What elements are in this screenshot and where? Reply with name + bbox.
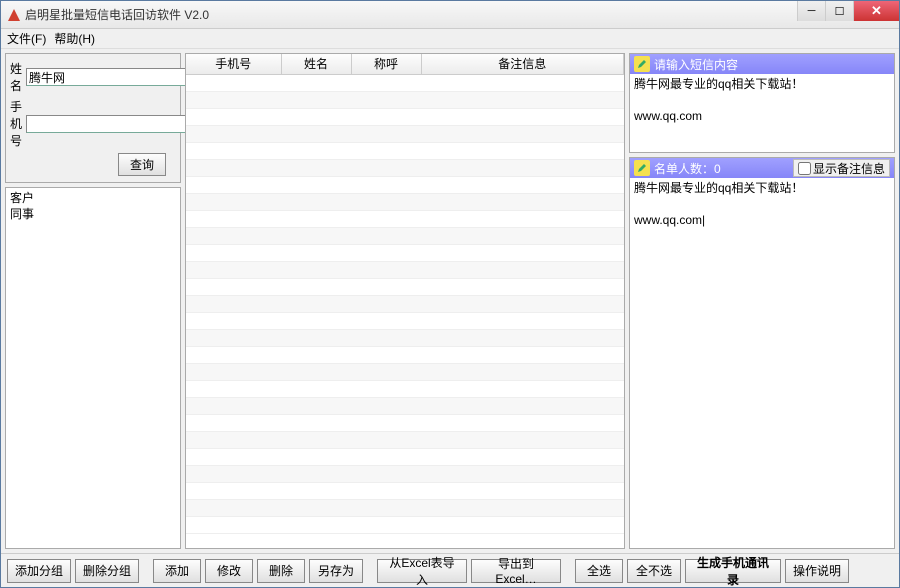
generate-contacts-button[interactable]: 生成手机通讯录	[685, 559, 781, 583]
saveas-button[interactable]: 另存为	[309, 559, 363, 583]
table-row[interactable]	[186, 313, 624, 330]
table-row[interactable]	[186, 75, 624, 92]
table-row[interactable]	[186, 177, 624, 194]
table-row[interactable]	[186, 381, 624, 398]
pencil-icon	[634, 160, 650, 176]
name-label: 姓 名	[10, 60, 26, 94]
table-row[interactable]	[186, 279, 624, 296]
table-row[interactable]	[186, 296, 624, 313]
list-panel: 名单人数：0 显示备注信息 腾牛网最专业的qq相关下载站！ www.qq.com	[629, 157, 895, 549]
show-remark-checkbox-wrap[interactable]: 显示备注信息	[793, 159, 890, 177]
select-all-button[interactable]: 全选	[575, 559, 623, 583]
add-group-button[interactable]: 添加分组	[7, 559, 71, 583]
sms-panel-header: 请输入短信内容	[630, 54, 894, 74]
table-row[interactable]	[186, 126, 624, 143]
window-title: 启明星批量短信电话回访软件 V2.0	[25, 6, 899, 23]
list-textarea[interactable]: 腾牛网最专业的qq相关下载站！ www.qq.com	[630, 178, 894, 548]
manual-button[interactable]: 操作说明	[785, 559, 849, 583]
list-panel-title: 名单人数：0	[654, 160, 789, 177]
table-row[interactable]	[186, 245, 624, 262]
table-row[interactable]	[186, 143, 624, 160]
menu-file[interactable]: 文件(F)	[7, 30, 46, 47]
sms-panel-title: 请输入短信内容	[654, 56, 890, 73]
app-window: 启明星批量短信电话回访软件 V2.0 ─ ☐ ✕ 文件(F) 帮助(H) 姓 名…	[0, 0, 900, 588]
menubar: 文件(F) 帮助(H)	[1, 29, 899, 49]
import-excel-button[interactable]: 从Excel表导入	[377, 559, 467, 583]
name-input[interactable]	[26, 68, 187, 86]
table-row[interactable]	[186, 160, 624, 177]
table-row[interactable]	[186, 92, 624, 109]
contacts-table[interactable]: 手机号姓名称呼备注信息	[186, 54, 624, 75]
left-column: 姓 名 手机号 查询 客户同事	[5, 53, 181, 549]
table-row[interactable]	[186, 364, 624, 381]
query-button[interactable]: 查询	[118, 153, 166, 176]
column-header[interactable]: 姓名	[281, 54, 351, 74]
select-none-button[interactable]: 全不选	[627, 559, 681, 583]
export-excel-button[interactable]: 导出到Excel…	[471, 559, 561, 583]
contacts-table-panel: 手机号姓名称呼备注信息	[185, 53, 625, 549]
table-row[interactable]	[186, 483, 624, 500]
table-row[interactable]	[186, 262, 624, 279]
pencil-icon	[634, 56, 650, 72]
edit-button[interactable]: 修改	[205, 559, 253, 583]
table-row[interactable]	[186, 211, 624, 228]
phone-label: 手机号	[10, 98, 26, 149]
table-row[interactable]	[186, 466, 624, 483]
sms-textarea[interactable]: 腾牛网最专业的qq相关下载站！ www.qq.com	[630, 74, 894, 152]
main-content: 姓 名 手机号 查询 客户同事 手机号姓名称呼备注信息	[1, 49, 899, 553]
maximize-button[interactable]: ☐	[825, 1, 853, 21]
sms-input-panel: 请输入短信内容 腾牛网最专业的qq相关下载站！ www.qq.com	[629, 53, 895, 153]
table-row[interactable]	[186, 347, 624, 364]
table-row[interactable]	[186, 432, 624, 449]
delete-group-button[interactable]: 删除分组	[75, 559, 139, 583]
app-icon	[7, 8, 21, 22]
window-controls: ─ ☐ ✕	[797, 1, 899, 21]
table-row[interactable]	[186, 398, 624, 415]
table-row[interactable]	[186, 330, 624, 347]
table-row[interactable]	[186, 194, 624, 211]
minimize-button[interactable]: ─	[797, 1, 825, 21]
table-row[interactable]	[186, 449, 624, 466]
bottom-toolbar: 添加分组 删除分组 添加 修改 删除 另存为 从Excel表导入 导出到Exce…	[1, 553, 899, 587]
table-row[interactable]	[186, 109, 624, 126]
group-list[interactable]: 客户同事	[5, 187, 181, 549]
add-button[interactable]: 添加	[153, 559, 201, 583]
table-row[interactable]	[186, 228, 624, 245]
close-button[interactable]: ✕	[853, 1, 899, 21]
table-row[interactable]	[186, 500, 624, 517]
menu-help[interactable]: 帮助(H)	[54, 30, 95, 47]
column-header[interactable]: 称呼	[351, 54, 421, 74]
table-row[interactable]	[186, 517, 624, 534]
table-row[interactable]	[186, 415, 624, 432]
right-column: 请输入短信内容 腾牛网最专业的qq相关下载站！ www.qq.com 名单人数：…	[629, 53, 895, 549]
phone-input[interactable]	[26, 115, 187, 133]
titlebar: 启明星批量短信电话回访软件 V2.0 ─ ☐ ✕	[1, 1, 899, 29]
column-header[interactable]: 手机号	[186, 54, 281, 74]
delete-button[interactable]: 删除	[257, 559, 305, 583]
show-remark-label: 显示备注信息	[813, 160, 885, 177]
group-item[interactable]: 同事	[10, 206, 176, 222]
show-remark-checkbox[interactable]	[798, 162, 811, 175]
group-item[interactable]: 客户	[10, 190, 176, 206]
list-panel-header: 名单人数：0 显示备注信息	[630, 158, 894, 178]
search-panel: 姓 名 手机号 查询	[5, 53, 181, 183]
column-header[interactable]: 备注信息	[421, 54, 624, 74]
